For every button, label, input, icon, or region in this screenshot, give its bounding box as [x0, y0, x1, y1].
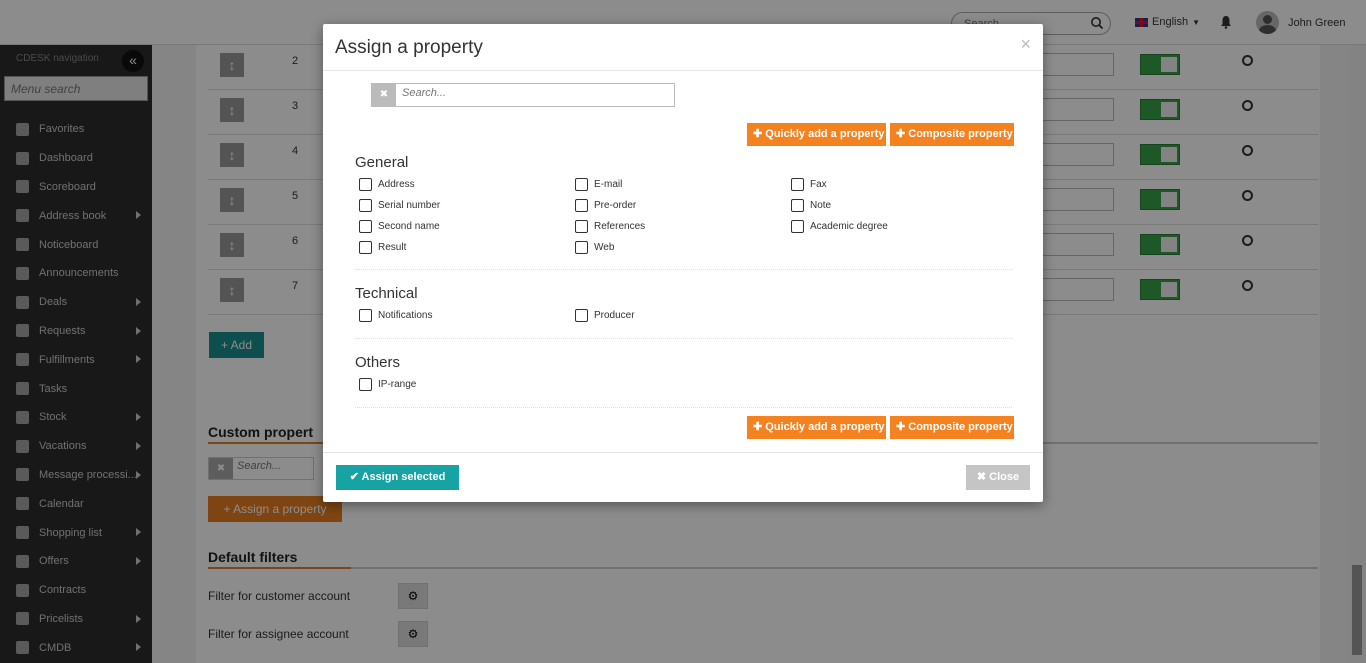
property-search-input[interactable] [402, 87, 662, 99]
checkbox-box[interactable] [791, 199, 804, 212]
checkbox-label: Second name [378, 221, 440, 232]
group-title-general: General [355, 154, 409, 171]
checkbox-label: Notifications [378, 310, 433, 321]
quick-add-property-button[interactable]: ✚ Quickly add a property [747, 416, 886, 439]
property-checkbox[interactable]: References [575, 220, 645, 233]
checkbox-label: Academic degree [810, 221, 888, 232]
checkbox-label: Producer [594, 310, 635, 321]
property-checkbox[interactable]: Academic degree [791, 220, 888, 233]
group-divider [355, 407, 1012, 408]
dialog-footer: ✔ Assign selected ✖ Close [323, 452, 1043, 502]
close-button[interactable]: ✖ Close [966, 465, 1030, 490]
checkbox-box[interactable] [575, 241, 588, 254]
property-checkbox[interactable]: Web [575, 241, 614, 254]
checkbox-box[interactable] [575, 178, 588, 191]
property-checkbox[interactable]: Notifications [359, 309, 432, 322]
property-checkbox[interactable]: Address [359, 178, 415, 191]
checkbox-label: Pre-order [594, 200, 637, 211]
group-divider [355, 269, 1012, 270]
property-checkbox[interactable]: E-mail [575, 178, 622, 191]
property-checkbox[interactable]: Fax [791, 178, 827, 191]
checkbox-box[interactable] [359, 309, 372, 322]
checkbox-label: References [594, 221, 646, 232]
checkbox-box[interactable] [575, 309, 588, 322]
checkbox-box[interactable] [359, 378, 372, 391]
checkbox-label: Web [594, 242, 615, 253]
checkbox-box[interactable] [359, 199, 372, 212]
checkbox-box[interactable] [791, 220, 804, 233]
checkbox-box[interactable] [575, 220, 588, 233]
property-search[interactable]: ✖ [371, 83, 675, 107]
composite-property-button[interactable]: ✚ Composite property [890, 123, 1014, 146]
group-title-others: Others [355, 354, 401, 371]
property-checkbox[interactable]: Serial number [359, 199, 440, 212]
quick-add-property-button[interactable]: ✚ Quickly add a property [747, 123, 886, 146]
checkbox-label: Address [378, 179, 415, 190]
close-icon[interactable]: × [1020, 34, 1031, 55]
property-checkbox[interactable]: Result [359, 241, 406, 254]
assign-property-dialog: Assign a property × ✖ ✚ Quickly add a pr… [323, 24, 1043, 502]
checkbox-label: Fax [810, 179, 827, 190]
checkbox-box[interactable] [575, 199, 588, 212]
property-checkbox[interactable]: Producer [575, 309, 635, 322]
assign-selected-button[interactable]: ✔ Assign selected [336, 465, 459, 490]
property-checkbox[interactable]: Note [791, 199, 831, 212]
checkbox-box[interactable] [359, 178, 372, 191]
checkbox-label: Serial number [378, 200, 441, 211]
checkbox-box[interactable] [791, 178, 804, 191]
checkbox-box[interactable] [359, 241, 372, 254]
checkbox-label: Result [378, 242, 407, 253]
checkbox-box[interactable] [359, 220, 372, 233]
checkbox-label: E-mail [594, 179, 623, 190]
property-checkbox[interactable]: Pre-order [575, 199, 636, 212]
clear-icon[interactable]: ✖ [372, 84, 396, 106]
composite-property-button[interactable]: ✚ Composite property [890, 416, 1014, 439]
group-title-technical: Technical [355, 285, 418, 302]
dialog-title: Assign a property [335, 37, 483, 58]
dialog-header: Assign a property × [323, 24, 1043, 71]
group-divider [355, 338, 1012, 339]
property-checkbox[interactable]: IP-range [359, 378, 416, 391]
checkbox-label: IP-range [378, 379, 417, 390]
checkbox-label: Note [810, 200, 832, 211]
property-checkbox[interactable]: Second name [359, 220, 440, 233]
